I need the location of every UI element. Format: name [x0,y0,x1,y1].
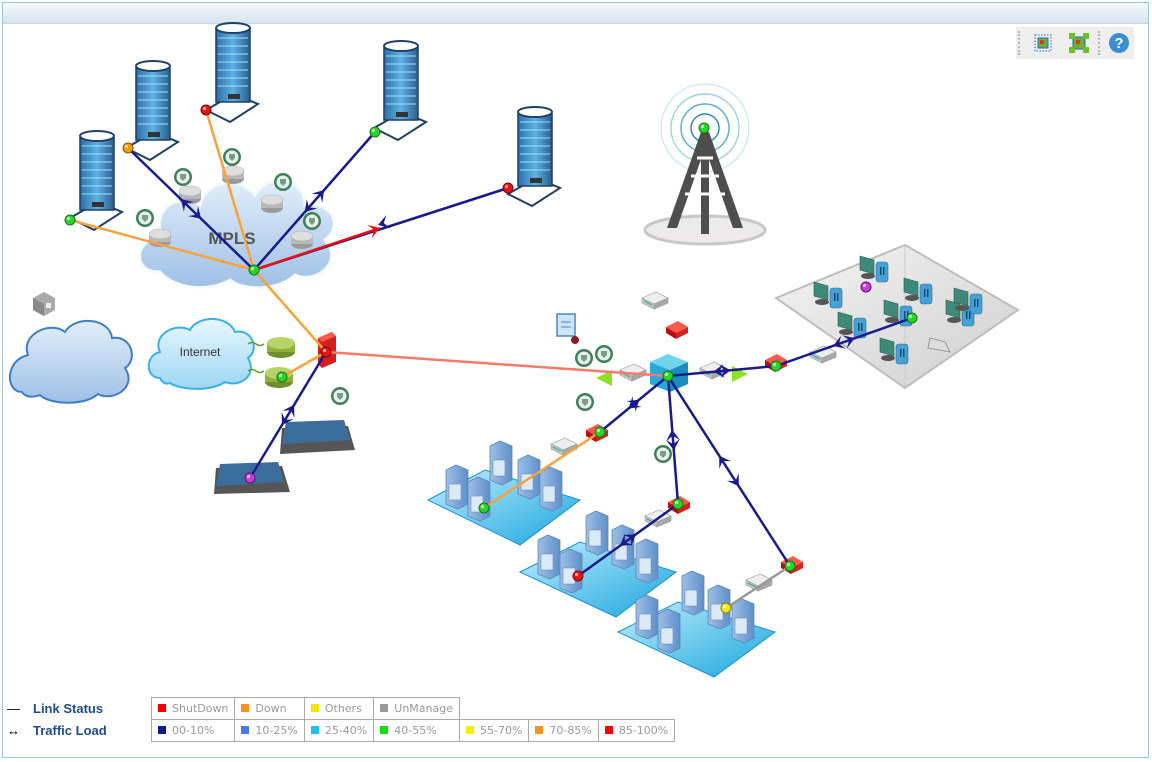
status-dot-green[interactable] [906,312,918,324]
map-legend: — Link Status ShutDown Down Others UnMana… [3,697,676,742]
status-dot-orange[interactable] [122,142,134,154]
legend-item-down: Down [234,697,305,720]
status-dot-purple[interactable] [244,472,256,484]
color-swatch [604,726,613,734]
legend-item-label: ShutDown [172,702,229,715]
mpls-router[interactable] [260,194,284,214]
shield-icon [575,349,593,367]
legend-link-status-label: — Link Status [3,698,152,720]
status-dot-green[interactable] [698,122,710,134]
legend-item-unmanage: UnManage [373,697,460,720]
status-dot-green[interactable] [369,126,381,138]
color-swatch [158,704,166,712]
status-dot-green[interactable] [478,502,490,514]
color-swatch [241,704,250,712]
shield-icon [223,148,241,166]
shield-icon [174,168,192,186]
link-status-text: Link Status [33,701,104,716]
legend-item-traffic: 40-55% [373,719,460,742]
legend-item-label: Others [324,702,362,715]
internet-router-1[interactable] [267,337,295,358]
switch-node[interactable] [745,573,773,592]
wireless-tower[interactable] [643,83,767,246]
legend-link-status-row: — Link Status ShutDown Down Others UnMana… [3,697,675,720]
switch-node[interactable] [641,291,669,310]
firewall-node[interactable] [666,321,688,339]
shield-icon [303,212,321,230]
color-swatch [158,726,166,734]
site-building-1[interactable] [69,130,123,231]
legend-spacer [459,698,674,720]
network-topology-map: MPLS Internet [8,22,1020,678]
status-dot-green[interactable] [672,498,684,510]
status-dot-red[interactable] [320,346,332,358]
legend-item-traffic: 70-85% [528,719,599,742]
color-swatch [310,726,319,734]
site-building-5[interactable] [507,106,561,207]
legend-item-others: Others [303,697,375,720]
status-dot-green[interactable] [248,264,260,276]
legend-item-label: Down [255,702,287,715]
unnamed-cloud[interactable] [8,319,133,404]
legend-traffic-load-row: ↔ Traffic Load 00-10% 10-25% 25-40% 40-55… [3,719,676,742]
legend-item-label: 40-55% [394,724,437,737]
site-building-4[interactable] [373,40,427,141]
legend-item-label: UnManage [394,702,453,715]
status-dot-green[interactable] [276,371,288,383]
color-swatch [241,726,250,734]
traffic-load-text: Traffic Load [33,723,107,738]
color-swatch [465,726,474,734]
legend-item-label: 00-10% [172,724,215,737]
legend-item-label: 10-25% [255,724,298,737]
color-swatch [310,704,319,712]
legend-item-shutdown: ShutDown [150,697,236,720]
shield-icon [331,387,349,405]
link-traffic[interactable] [666,375,680,505]
status-dot-green[interactable] [64,214,76,226]
legend-item-label: 85-100% [618,724,669,737]
status-dot-green[interactable] [594,426,606,438]
link-salmon[interactable] [325,350,669,378]
internet-cloud[interactable]: Internet [147,318,255,390]
color-swatch [380,704,389,712]
legend-item-label: 70-85% [549,724,592,737]
shield-icon [654,445,672,463]
site-building-3[interactable] [205,22,259,123]
mpls-router[interactable] [290,230,314,250]
link-unmanaged[interactable] [725,564,791,610]
status-dot-green[interactable] [784,560,796,572]
legend-item-label: 55-70% [479,724,523,737]
status-dot-purple[interactable] [860,281,872,293]
shield-icon [274,173,292,191]
legend-traffic-load-label: ↔ Traffic Load [3,720,152,742]
color-swatch [535,726,544,734]
legend-item-traffic: 25-40% [303,719,375,742]
legend-item-traffic: 10-25% [234,719,305,742]
status-dot-red[interactable] [200,104,212,116]
monitor-node[interactable] [556,313,579,344]
shield-icon [136,209,154,227]
shield-icon [595,345,613,363]
status-dot-green[interactable] [662,370,674,382]
legend-item-traffic: 85-100% [597,719,676,742]
legend-item-label: 25-40% [324,724,368,737]
switch-node[interactable] [550,437,578,456]
legend-item-traffic: 00-10% [150,719,236,742]
status-dot-red[interactable] [572,570,584,582]
server-group-1[interactable] [426,440,582,546]
double-arrow-icon: ↔ [7,723,20,738]
internet-label: Internet [180,345,221,359]
generic-node-icon[interactable] [33,292,55,316]
shield-icon [576,393,594,411]
status-dot-yellow[interactable] [720,602,732,614]
legend-item-traffic: 55-70% [458,719,530,742]
link-traffic[interactable] [666,375,792,567]
tablet-device-1[interactable] [280,420,355,454]
status-dot-green[interactable] [770,360,782,372]
office-floor[interactable] [773,243,1020,390]
status-dot-red[interactable] [502,182,514,194]
color-swatch [380,726,389,734]
line-symbol-icon: — [7,701,20,716]
site-building-2[interactable] [125,60,179,161]
